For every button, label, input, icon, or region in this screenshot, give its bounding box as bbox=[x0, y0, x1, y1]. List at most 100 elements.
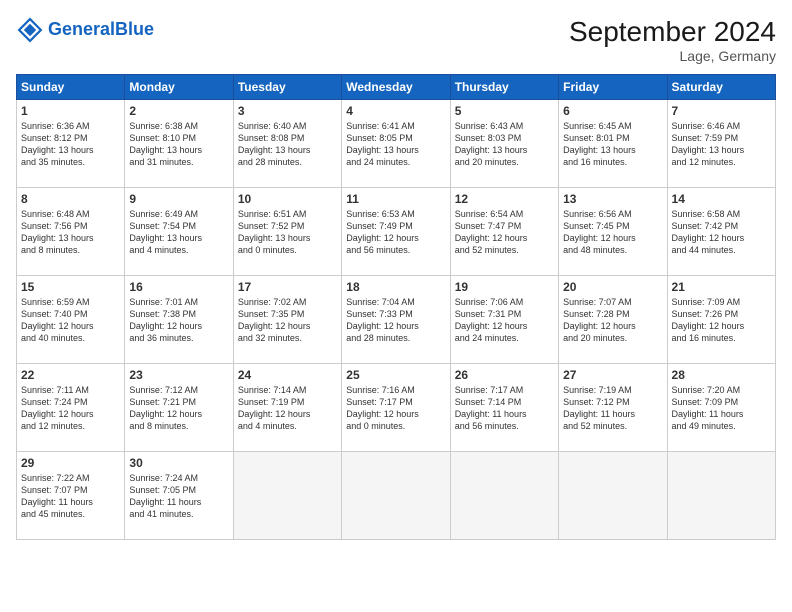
day-number-18: 18 bbox=[346, 280, 445, 294]
month-title: September 2024 bbox=[569, 16, 776, 48]
day-text-11: Sunrise: 6:53 AMSunset: 7:49 PMDaylight:… bbox=[346, 208, 445, 257]
cell-day-12: 12Sunrise: 6:54 AMSunset: 7:47 PMDayligh… bbox=[450, 188, 558, 276]
day-number-17: 17 bbox=[238, 280, 337, 294]
col-saturday: Saturday bbox=[667, 75, 775, 100]
day-text-15: Sunrise: 6:59 AMSunset: 7:40 PMDaylight:… bbox=[21, 296, 120, 345]
day-text-13: Sunrise: 6:56 AMSunset: 7:45 PMDaylight:… bbox=[563, 208, 662, 257]
day-text-9: Sunrise: 6:49 AMSunset: 7:54 PMDaylight:… bbox=[129, 208, 228, 257]
day-number-15: 15 bbox=[21, 280, 120, 294]
col-wednesday: Wednesday bbox=[342, 75, 450, 100]
title-block: September 2024 Lage, Germany bbox=[569, 16, 776, 64]
cell-day-14: 14 Sunrise: 6:58 AMSunset: 7:42 PMDayligh… bbox=[667, 188, 775, 276]
cell-day-10: 10 Sunrise: 6:51 AMSunset: 7:52 PMDayligh… bbox=[233, 188, 341, 276]
day-number-23: 23 bbox=[129, 368, 228, 382]
cell-day-15: 15 Sunrise: 6:59 AMSunset: 7:40 PMDayligh… bbox=[17, 276, 125, 364]
day-number-28: 28 bbox=[672, 368, 771, 382]
day-number-2: 2 bbox=[129, 104, 228, 118]
day-number-16: 16 bbox=[129, 280, 228, 294]
col-friday: Friday bbox=[559, 75, 667, 100]
cell-day-empty-4-5 bbox=[559, 452, 667, 540]
day-text-8: Sunrise: 6:48 AMSunset: 7:56 PMDaylight:… bbox=[21, 208, 120, 257]
location: Lage, Germany bbox=[569, 48, 776, 64]
day-number-8: 8 bbox=[21, 192, 120, 206]
day-number-5: 5 bbox=[455, 104, 554, 118]
cell-day-1: 1Sunrise: 6:36 AMSunset: 8:12 PMDaylight… bbox=[17, 100, 125, 188]
day-text-3: Sunrise: 6:40 AMSunset: 8:08 PMDaylight:… bbox=[238, 120, 337, 169]
day-text-10: Sunrise: 6:51 AMSunset: 7:52 PMDaylight:… bbox=[238, 208, 337, 257]
day-text-4: Sunrise: 6:41 AMSunset: 8:05 PMDaylight:… bbox=[346, 120, 445, 169]
week-row-4: 22 Sunrise: 7:11 AMSunset: 7:24 PMDayligh… bbox=[17, 364, 776, 452]
day-number-30: 30 bbox=[129, 456, 228, 470]
day-text-18: Sunrise: 7:04 AMSunset: 7:33 PMDaylight:… bbox=[346, 296, 445, 345]
day-number-7: 7 bbox=[672, 104, 771, 118]
day-number-21: 21 bbox=[672, 280, 771, 294]
cell-day-9: 9 Sunrise: 6:49 AMSunset: 7:54 PMDaylight… bbox=[125, 188, 233, 276]
cell-day-empty-4-6 bbox=[667, 452, 775, 540]
day-number-24: 24 bbox=[238, 368, 337, 382]
day-text-29: Sunrise: 7:22 AMSunset: 7:07 PMDaylight:… bbox=[21, 472, 120, 521]
cell-day-7: 7 Sunrise: 6:46 AMSunset: 7:59 PMDaylight… bbox=[667, 100, 775, 188]
day-text-2: Sunrise: 6:38 AMSunset: 8:10 PMDaylight:… bbox=[129, 120, 228, 169]
day-text-1: Sunrise: 6:36 AMSunset: 8:12 PMDaylight:… bbox=[21, 120, 120, 169]
logo-general: General bbox=[48, 19, 115, 39]
day-number-19: 19 bbox=[455, 280, 554, 294]
cell-day-24: 24 Sunrise: 7:14 AMSunset: 7:19 PMDayligh… bbox=[233, 364, 341, 452]
cell-day-empty-4-3 bbox=[342, 452, 450, 540]
day-number-6: 6 bbox=[563, 104, 662, 118]
day-text-19: Sunrise: 7:06 AMSunset: 7:31 PMDaylight:… bbox=[455, 296, 554, 345]
day-number-14: 14 bbox=[672, 192, 771, 206]
day-number-20: 20 bbox=[563, 280, 662, 294]
logo-icon bbox=[16, 16, 44, 44]
day-text-25: Sunrise: 7:16 AMSunset: 7:17 PMDaylight:… bbox=[346, 384, 445, 433]
day-text-6: Sunrise: 6:45 AMSunset: 8:01 PMDaylight:… bbox=[563, 120, 662, 169]
day-text-22: Sunrise: 7:11 AMSunset: 7:24 PMDaylight:… bbox=[21, 384, 120, 433]
logo-text: GeneralBlue bbox=[48, 20, 154, 40]
day-number-3: 3 bbox=[238, 104, 337, 118]
cell-day-8: 8 Sunrise: 6:48 AMSunset: 7:56 PMDaylight… bbox=[17, 188, 125, 276]
day-number-22: 22 bbox=[21, 368, 120, 382]
day-number-13: 13 bbox=[563, 192, 662, 206]
day-text-5: Sunrise: 6:43 AMSunset: 8:03 PMDaylight:… bbox=[455, 120, 554, 169]
cell-day-30: 30 Sunrise: 7:24 AMSunset: 7:05 PMDayligh… bbox=[125, 452, 233, 540]
day-text-12: Sunrise: 6:54 AMSunset: 7:47 PMDaylight:… bbox=[455, 208, 554, 257]
day-text-24: Sunrise: 7:14 AMSunset: 7:19 PMDaylight:… bbox=[238, 384, 337, 433]
cell-day-23: 23Sunrise: 7:12 AMSunset: 7:21 PMDayligh… bbox=[125, 364, 233, 452]
col-tuesday: Tuesday bbox=[233, 75, 341, 100]
header: GeneralBlue September 2024 Lage, Germany bbox=[16, 16, 776, 64]
cell-day-17: 17 Sunrise: 7:02 AMSunset: 7:35 PMDayligh… bbox=[233, 276, 341, 364]
day-text-16: Sunrise: 7:01 AMSunset: 7:38 PMDaylight:… bbox=[129, 296, 228, 345]
cell-day-22: 22 Sunrise: 7:11 AMSunset: 7:24 PMDayligh… bbox=[17, 364, 125, 452]
col-monday: Monday bbox=[125, 75, 233, 100]
logo: GeneralBlue bbox=[16, 16, 154, 44]
cell-day-19: 19 Sunrise: 7:06 AMSunset: 7:31 PMDayligh… bbox=[450, 276, 558, 364]
week-row-1: 1Sunrise: 6:36 AMSunset: 8:12 PMDaylight… bbox=[17, 100, 776, 188]
day-text-27: Sunrise: 7:19 AMSunset: 7:12 PMDaylight:… bbox=[563, 384, 662, 433]
page: GeneralBlue September 2024 Lage, Germany… bbox=[0, 0, 792, 612]
cell-day-18: 18 Sunrise: 7:04 AMSunset: 7:33 PMDayligh… bbox=[342, 276, 450, 364]
calendar-table: Sunday Monday Tuesday Wednesday Thursday… bbox=[16, 74, 776, 540]
day-text-17: Sunrise: 7:02 AMSunset: 7:35 PMDaylight:… bbox=[238, 296, 337, 345]
day-number-29: 29 bbox=[21, 456, 120, 470]
day-text-7: Sunrise: 6:46 AMSunset: 7:59 PMDaylight:… bbox=[672, 120, 771, 169]
cell-day-16: 16 Sunrise: 7:01 AMSunset: 7:38 PMDayligh… bbox=[125, 276, 233, 364]
cell-day-20: 20 Sunrise: 7:07 AMSunset: 7:28 PMDayligh… bbox=[559, 276, 667, 364]
day-text-20: Sunrise: 7:07 AMSunset: 7:28 PMDaylight:… bbox=[563, 296, 662, 345]
logo-blue: Blue bbox=[115, 19, 154, 39]
cell-day-empty-4-4 bbox=[450, 452, 558, 540]
cell-day-28: 28Sunrise: 7:20 AMSunset: 7:09 PMDayligh… bbox=[667, 364, 775, 452]
day-number-11: 11 bbox=[346, 192, 445, 206]
day-text-14: Sunrise: 6:58 AMSunset: 7:42 PMDaylight:… bbox=[672, 208, 771, 257]
cell-day-29: 29 Sunrise: 7:22 AMSunset: 7:07 PMDayligh… bbox=[17, 452, 125, 540]
day-number-10: 10 bbox=[238, 192, 337, 206]
cell-day-5: 5 Sunrise: 6:43 AMSunset: 8:03 PMDaylight… bbox=[450, 100, 558, 188]
col-sunday: Sunday bbox=[17, 75, 125, 100]
col-thursday: Thursday bbox=[450, 75, 558, 100]
cell-day-11: 11 Sunrise: 6:53 AMSunset: 7:49 PMDayligh… bbox=[342, 188, 450, 276]
cell-day-4: 4 Sunrise: 6:41 AMSunset: 8:05 PMDaylight… bbox=[342, 100, 450, 188]
day-number-4: 4 bbox=[346, 104, 445, 118]
cell-day-13: 13 Sunrise: 6:56 AMSunset: 7:45 PMDayligh… bbox=[559, 188, 667, 276]
day-text-30: Sunrise: 7:24 AMSunset: 7:05 PMDaylight:… bbox=[129, 472, 228, 521]
cell-day-21: 21Sunrise: 7:09 AMSunset: 7:26 PMDayligh… bbox=[667, 276, 775, 364]
day-number-9: 9 bbox=[129, 192, 228, 206]
cell-day-3: 3 Sunrise: 6:40 AMSunset: 8:08 PMDaylight… bbox=[233, 100, 341, 188]
